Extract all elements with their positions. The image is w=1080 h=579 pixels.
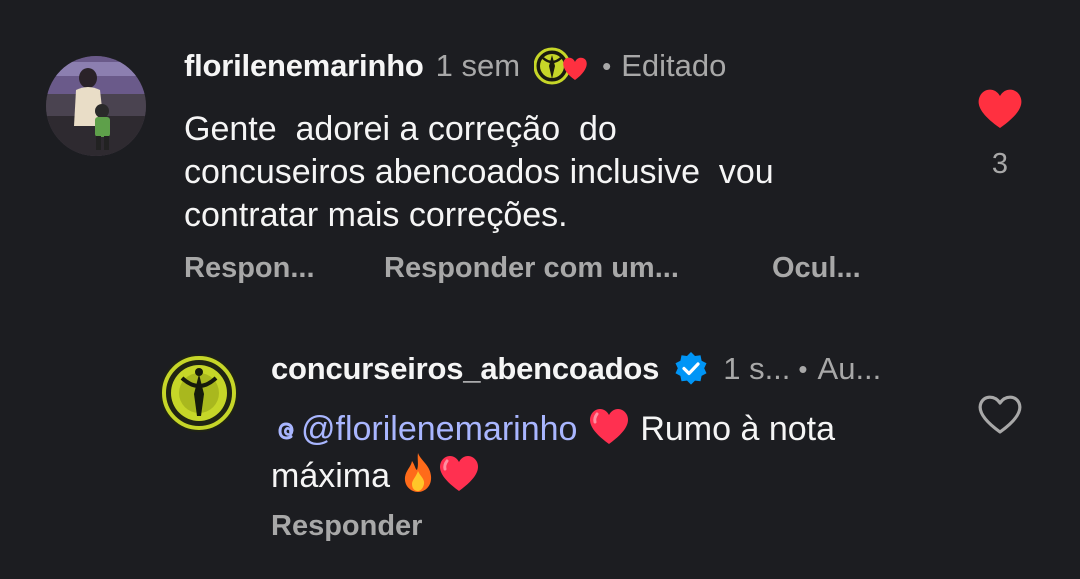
- red-heart-emoji-icon: [589, 409, 628, 444]
- red-heart-emoji-icon: [440, 456, 479, 491]
- separator-dot: •: [602, 50, 612, 81]
- reply-text: @florilenemarinho Rumo à nota máxima: [271, 406, 931, 498]
- mention-text[interactable]: @florilenemarinho: [301, 410, 577, 448]
- reply-with-button[interactable]: Responder com um...: [384, 252, 772, 285]
- creator-liked-heart-badge-icon: [533, 46, 594, 86]
- like-button[interactable]: [972, 86, 1028, 135]
- comment-username[interactable]: florilenemarinho: [184, 48, 424, 84]
- comments-thread: florilenemarinho 1 sem • Editado Gente a…: [0, 0, 1080, 579]
- reply-header: concurseiros_abencoados 1 s... • Au...: [271, 347, 881, 391]
- comment-timestamp: 1 sem: [435, 48, 521, 83]
- avatar[interactable]: [46, 56, 146, 156]
- threads-at-icon: [278, 422, 294, 440]
- comment-text: Gente adorei a correção do concuseiros a…: [184, 110, 774, 234]
- mention-link[interactable]: @florilenemarinho: [271, 410, 587, 448]
- hide-button[interactable]: Ocul...: [772, 252, 861, 285]
- comment-header: florilenemarinho 1 sem • Editado: [184, 44, 726, 88]
- heart-outline-icon: [978, 395, 1022, 434]
- reply-text-part2: máxima: [271, 457, 400, 495]
- like-count: 3: [991, 148, 1009, 180]
- comment-actions: Respon... Responder com um... Ocul...: [184, 252, 861, 285]
- fire-emoji-icon: [405, 453, 432, 492]
- edited-label: Editado: [621, 48, 727, 83]
- like-button[interactable]: [976, 392, 1024, 436]
- separator-dot: •: [798, 353, 808, 384]
- reply-username[interactable]: concurseiros_abencoados: [271, 351, 659, 387]
- verified-badge-icon: [675, 352, 707, 385]
- reply-avatar[interactable]: [160, 354, 238, 432]
- reply-timestamp: 1 s...: [723, 351, 791, 386]
- reply-button[interactable]: Respon...: [184, 252, 384, 285]
- reply-actions: Responder: [271, 510, 422, 543]
- brand-logo-icon: [160, 354, 238, 432]
- author-label: Au...: [817, 351, 882, 386]
- reply-button[interactable]: Responder: [271, 510, 422, 543]
- heart-filled-icon: [978, 89, 1022, 128]
- reply-text-part1: Rumo à nota: [630, 410, 835, 448]
- user-photo-icon: [46, 56, 146, 156]
